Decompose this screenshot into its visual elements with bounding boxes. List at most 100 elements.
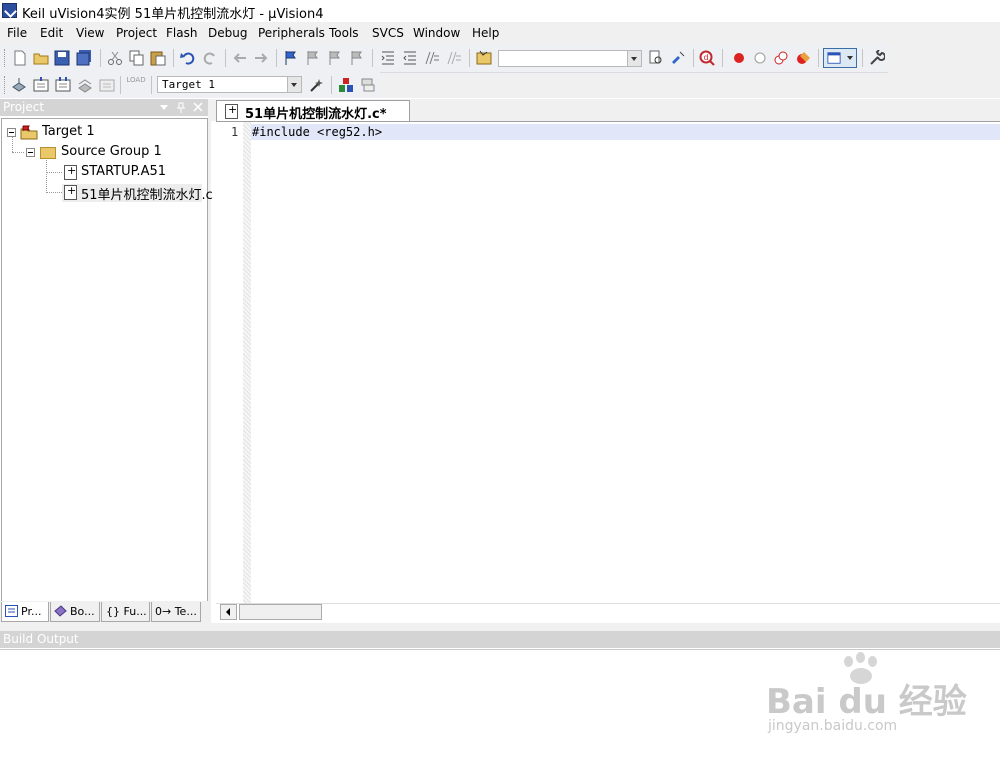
tree-connector [46,157,47,193]
menu-view[interactable]: View [76,26,104,40]
open-file-icon[interactable] [33,50,49,66]
menu-svcs[interactable]: SVCS [372,26,404,40]
menu-tools[interactable]: Tools [329,26,359,40]
menu-peripherals[interactable]: Peripherals [258,26,325,40]
next-bookmark-icon[interactable] [327,50,343,66]
navigate-back-icon[interactable] [232,50,248,66]
source-group-label: Source Group 1 [61,144,162,159]
toolbar-grip[interactable] [4,76,8,94]
translate-icon[interactable] [11,77,27,93]
window-title: Keil uVision4实例 51单片机控制流水灯 - µVision4 [22,7,324,22]
menu-file[interactable]: File [7,26,27,40]
save-icon[interactable] [54,50,70,66]
toolbar-separator [225,49,226,67]
watermark-brand: Bai du 经验 [766,682,967,722]
toolbar-grip[interactable] [4,49,8,67]
output-splitter[interactable] [0,623,1000,631]
tab-label: Bo... [70,605,95,618]
pin-icon[interactable] [176,102,186,113]
paw-logo-icon [844,656,853,667]
stop-build-icon[interactable] [99,77,115,93]
file-icon [64,164,77,180]
insert-breakpoint-icon[interactable] [731,50,747,66]
navigate-forward-icon[interactable] [253,50,269,66]
line-number: 1 [231,125,239,139]
file-label: STARTUP.A51 [81,164,167,179]
panel-menu-chevron-icon[interactable] [160,105,168,110]
paste-icon[interactable] [150,50,166,66]
comment-icon[interactable] [424,50,440,66]
tab-templates[interactable]: 0→ Te... [151,602,201,622]
find-icon[interactable] [648,50,664,66]
paw-logo-icon [856,652,865,663]
menu-bar: File Edit View Project Flash Debug Perip… [0,22,1000,44]
cut-icon[interactable] [107,50,123,66]
project-panel-tabs: Pr... Bo... {} Fu... 0→ Te... [0,601,208,623]
incremental-find-icon[interactable] [670,50,686,66]
debug-session-icon[interactable]: d [699,50,715,66]
editor-tab-active[interactable]: 51单片机控制流水灯.c* [216,100,410,122]
collapse-target-toggle[interactable] [7,128,16,137]
tree-connector [46,192,62,193]
scroll-left-arrow-icon[interactable] [220,604,237,620]
tree-item-file[interactable]: 51单片机控制流水灯.c [62,184,213,203]
toolbar-separator [372,49,373,67]
find-select[interactable] [498,50,642,67]
chevron-down-icon[interactable] [287,77,301,92]
prev-bookmark-icon[interactable] [305,50,321,66]
enable-breakpoint-icon[interactable] [752,50,768,66]
copy-icon[interactable] [129,50,145,66]
baidu-jingyan-watermark: Bai du 经验 jingyan.baidu.com [760,650,967,750]
panel-splitter[interactable] [208,99,211,623]
tab-functions[interactable]: {} Fu... [101,602,150,622]
disable-breakpoints-icon[interactable] [773,50,789,66]
target-select[interactable]: Target 1 [157,76,302,93]
save-all-icon[interactable] [76,50,92,66]
select-packs-icon[interactable] [360,77,376,93]
close-icon[interactable] [193,102,203,112]
clear-bookmarks-icon[interactable] [349,50,365,66]
project-tab-icon [5,605,18,617]
toolbar-separator [331,76,332,94]
file-icon [64,184,77,200]
editor-tab-label: 51单片机控制流水灯.c* [245,107,387,122]
toolbar-separator [693,49,694,67]
uvision-app-icon [2,3,17,18]
watermark-url: jingyan.baidu.com [768,718,898,734]
indent-icon[interactable] [380,50,396,66]
menu-window[interactable]: Window [413,26,460,40]
tree-item-file[interactable]: STARTUP.A51 [62,164,202,182]
unindent-icon[interactable] [402,50,418,66]
file-toolbar: d [0,44,888,73]
find-in-files-icon[interactable] [476,50,492,66]
new-file-icon[interactable] [12,50,28,66]
configure-wrench-icon[interactable] [869,50,885,66]
chevron-down-icon[interactable] [627,51,641,66]
manage-components-icon[interactable] [338,77,354,93]
bookmark-icon[interactable] [283,50,299,66]
tab-project[interactable]: Pr... [1,602,49,622]
scrollbar-thumb[interactable] [239,604,322,620]
rebuild-icon[interactable] [55,77,71,93]
window-layout-dropdown[interactable] [823,48,857,68]
batch-build-icon[interactable] [77,77,93,93]
menu-flash[interactable]: Flash [166,26,197,40]
menu-debug[interactable]: Debug [208,26,247,40]
tab-books[interactable]: Bo... [50,602,100,622]
code-line[interactable]: #include <reg52.h> [252,125,382,139]
undo-icon[interactable] [180,50,196,66]
menu-project[interactable]: Project [116,26,157,40]
chevron-down-icon [847,56,853,60]
target-options-icon[interactable] [309,77,325,93]
menu-help[interactable]: Help [472,26,499,40]
collapse-group-toggle[interactable] [26,148,35,157]
load-download-button[interactable]: LOAD [126,76,146,94]
code-editor[interactable] [216,121,1000,604]
build-toolbar: LOAD Target 1 [0,72,380,98]
menu-edit[interactable]: Edit [40,26,63,40]
redo-icon[interactable] [202,50,218,66]
kill-breakpoints-icon[interactable] [795,50,811,66]
build-icon[interactable] [33,77,49,93]
uncomment-icon[interactable] [446,50,462,66]
horizontal-scrollbar[interactable] [216,603,1000,624]
